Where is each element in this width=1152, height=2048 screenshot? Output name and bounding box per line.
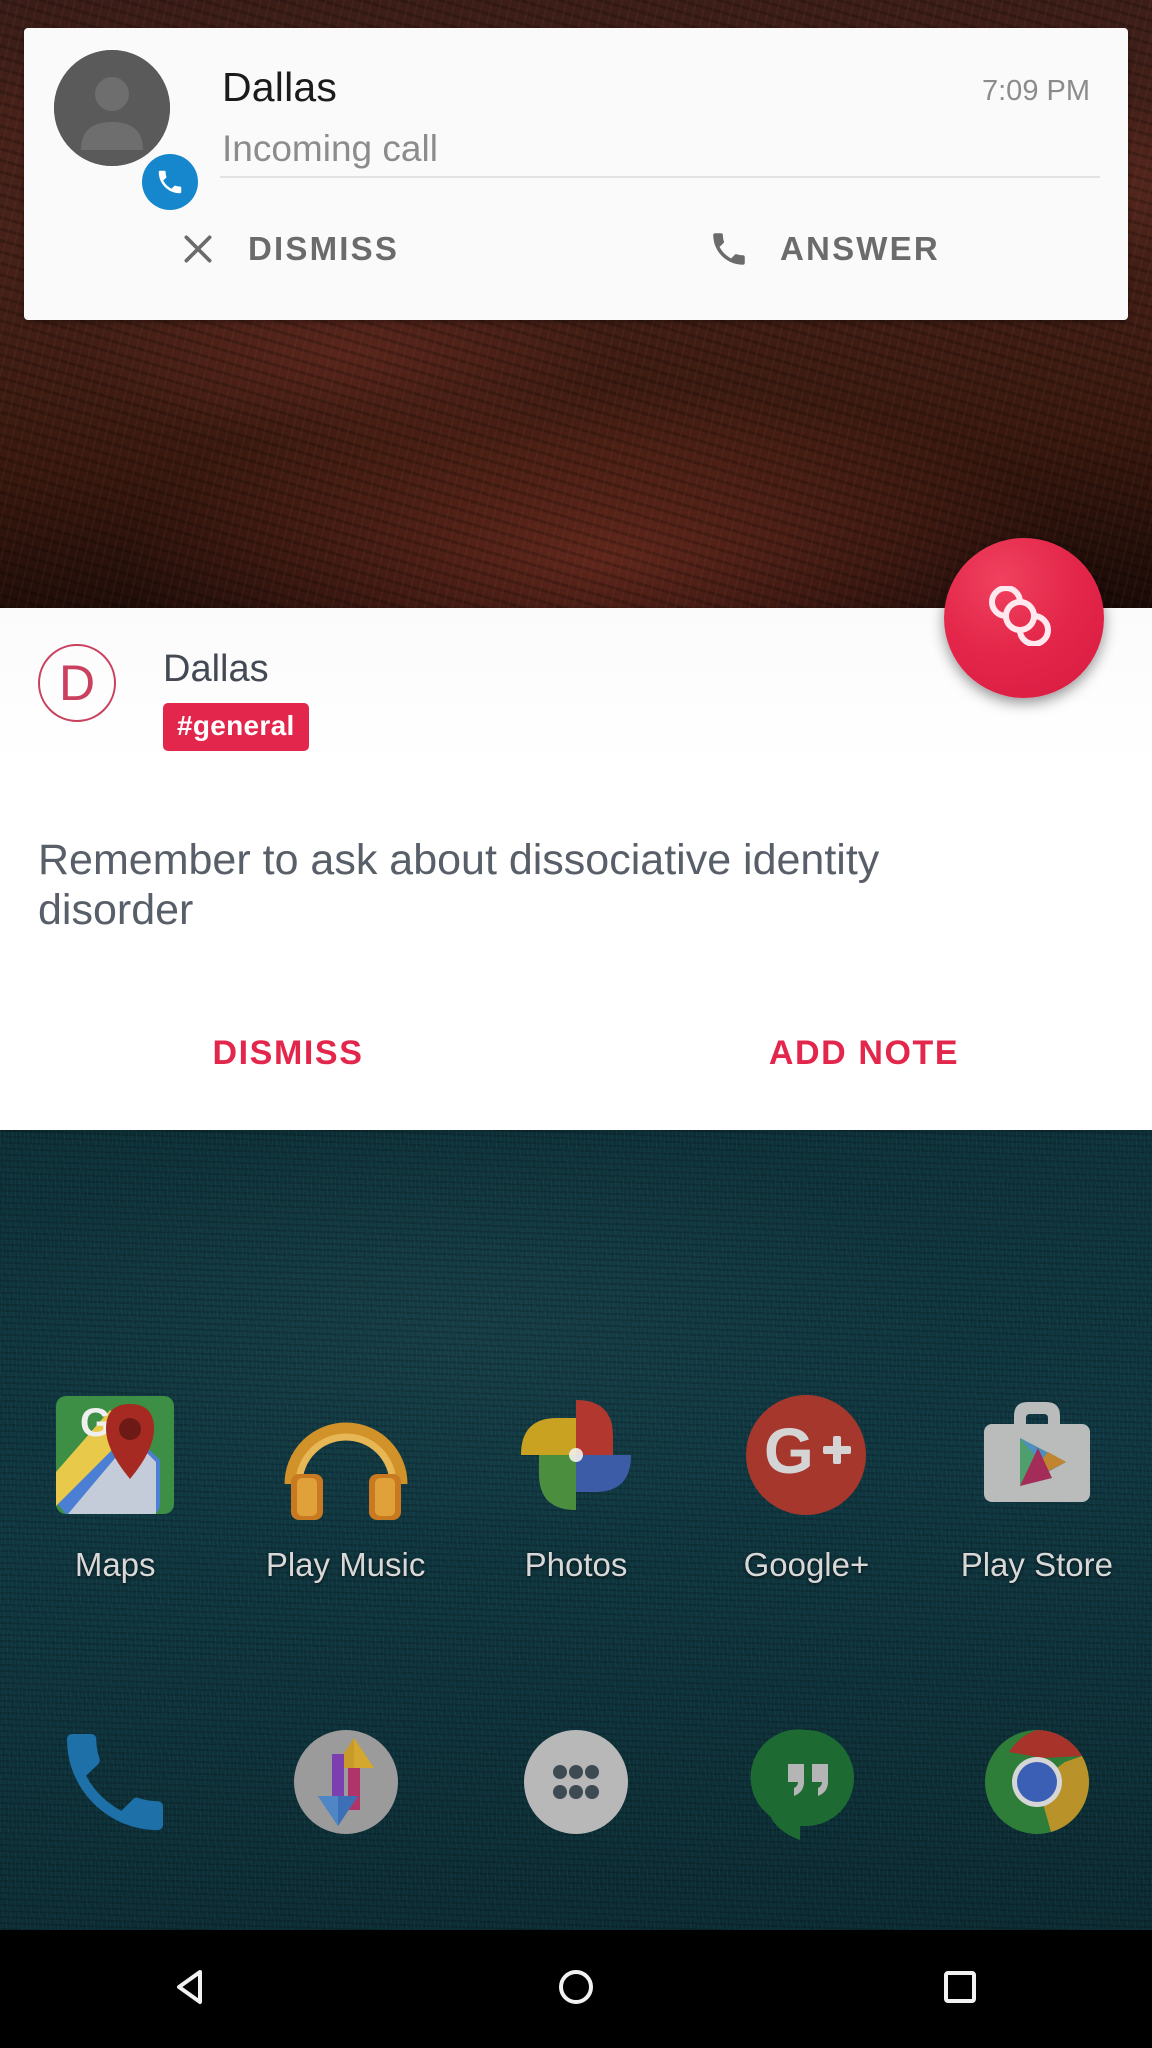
- answer-call-label: ANSWER: [780, 230, 940, 267]
- dock-item-app-drawer[interactable]: [461, 1718, 691, 1846]
- home-button[interactable]: [384, 1930, 768, 2048]
- recents-button[interactable]: [768, 1930, 1152, 2048]
- infinity-icon: [976, 584, 1072, 651]
- note-notification[interactable]: D Dallas #general Remember to ask about …: [0, 608, 1152, 1130]
- note-action-row: DISMISS ADD NOTE: [0, 998, 1152, 1108]
- dismiss-note-button[interactable]: DISMISS: [0, 998, 576, 1108]
- phone-screen: Dallas Incoming call 7:09 PM DISMISS ANS…: [0, 0, 1152, 2048]
- dock-item-shuttle[interactable]: [230, 1718, 460, 1846]
- app-label-photos: Photos: [524, 1546, 628, 1583]
- close-x-icon: [178, 229, 218, 269]
- google-plus-icon: G: [731, 1380, 881, 1530]
- infinity-fab-button[interactable]: [944, 538, 1104, 698]
- call-timestamp: 7:09 PM: [982, 75, 1090, 107]
- call-status-text: Incoming call: [222, 128, 438, 169]
- note-contact-name: Dallas: [163, 648, 269, 690]
- call-notification-header: Dallas Incoming call 7:09 PM: [24, 28, 1128, 210]
- note-body-text: Remember to ask about dissociative ident…: [38, 836, 880, 934]
- dock-item-phone[interactable]: [0, 1718, 230, 1846]
- app-icon-maps[interactable]: G Maps: [0, 1380, 230, 1584]
- google-maps-icon: G: [40, 1380, 190, 1530]
- app-label-play-music: Play Music: [265, 1546, 426, 1583]
- home-app-grid: G Maps Play Music Photos G Google+ Play …: [0, 1380, 1152, 1584]
- hangouts-icon: [742, 1718, 870, 1846]
- app-icon-play-store[interactable]: Play Store: [922, 1380, 1152, 1584]
- phone-dialer-icon: [51, 1718, 179, 1846]
- svg-text:G: G: [764, 1415, 814, 1487]
- avatar: D: [38, 644, 116, 722]
- call-action-row: DISMISS ANSWER: [24, 178, 1128, 320]
- app-label-google-plus: Google+: [743, 1546, 870, 1583]
- app-icon-google-plus[interactable]: G Google+: [691, 1380, 921, 1584]
- play-music-icon: [271, 1380, 421, 1530]
- dismiss-call-button[interactable]: DISMISS: [24, 178, 598, 320]
- call-contact-name: Dallas: [222, 64, 338, 110]
- dismiss-call-label: DISMISS: [248, 230, 400, 267]
- file-transfer-icon: [282, 1718, 410, 1846]
- back-button[interactable]: [0, 1930, 384, 2048]
- back-triangle-icon: [169, 1964, 215, 2015]
- app-label-maps: Maps: [74, 1546, 156, 1583]
- answer-call-button[interactable]: ANSWER: [598, 178, 1128, 320]
- dock-item-hangouts[interactable]: [691, 1718, 921, 1846]
- chrome-icon: [973, 1718, 1101, 1846]
- home-dock: [0, 1718, 1152, 1846]
- app-icon-play-music[interactable]: Play Music: [230, 1380, 460, 1584]
- home-circle-icon: [553, 1964, 599, 2015]
- android-navigation-bar: [0, 1930, 1152, 2048]
- google-photos-icon: [501, 1380, 651, 1530]
- add-note-button[interactable]: ADD NOTE: [576, 998, 1152, 1108]
- status-badge: #general: [163, 703, 309, 751]
- dock-item-chrome[interactable]: [922, 1718, 1152, 1846]
- phone-handset-icon: [708, 228, 750, 270]
- incoming-call-notification[interactable]: Dallas Incoming call 7:09 PM DISMISS ANS…: [24, 28, 1128, 320]
- recents-square-icon: [937, 1964, 983, 2015]
- app-label-play-store: Play Store: [960, 1546, 1113, 1583]
- app-drawer-icon: [512, 1718, 640, 1846]
- play-store-icon: [962, 1380, 1112, 1530]
- person-avatar-icon: [54, 50, 170, 166]
- app-icon-photos[interactable]: Photos: [461, 1380, 691, 1584]
